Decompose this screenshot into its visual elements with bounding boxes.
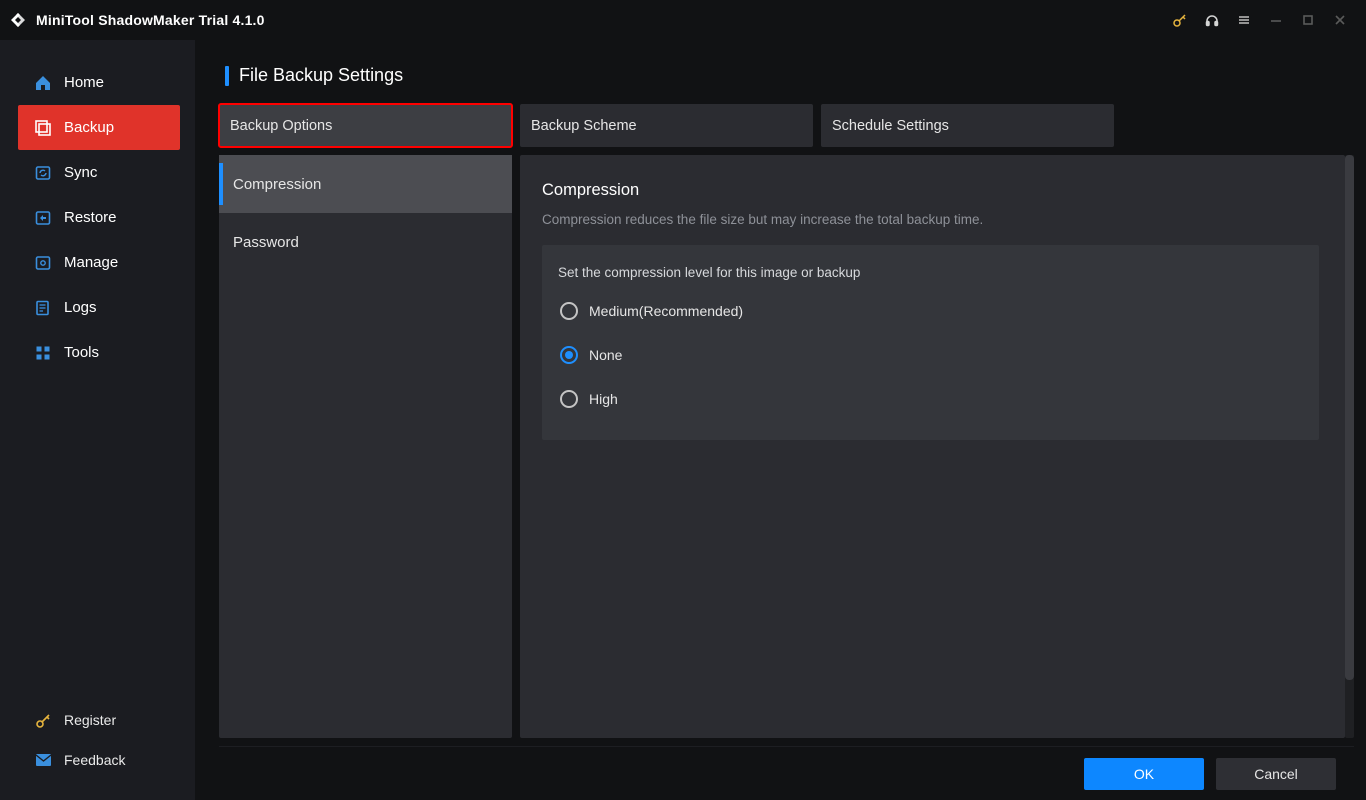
panel-heading: Compression [542,181,1319,200]
sidebar-item-label: Logs [64,299,97,316]
sidebar-item-label: Manage [64,254,118,271]
sidebar-item-sync[interactable]: Sync [18,150,190,195]
key-icon[interactable] [1164,4,1196,36]
mail-icon [33,753,53,767]
sidebar-item-manage[interactable]: Manage [18,240,190,285]
option-item-compression[interactable]: Compression [219,155,512,213]
sidebar-item-home[interactable]: Home [18,60,190,105]
sidebar-item-label: Feedback [64,752,125,768]
radio-icon [560,302,578,320]
sidebar-item-label: Tools [64,344,99,361]
sidebar-item-label: Home [64,74,104,91]
restore-icon [33,208,53,228]
radio-label: Medium(Recommended) [589,303,743,319]
sidebar-item-register[interactable]: Register [18,700,195,740]
panel-description: Compression reduces the file size but ma… [542,212,1319,227]
tab-backup-scheme[interactable]: Backup Scheme [520,104,813,147]
tab-schedule-settings[interactable]: Schedule Settings [821,104,1114,147]
scrollbar-thumb[interactable] [1345,155,1354,680]
main-area: File Backup Settings Backup Options Back… [195,40,1366,800]
manage-icon [33,253,53,273]
cancel-button[interactable]: Cancel [1216,758,1336,790]
button-label: Cancel [1254,766,1298,782]
radio-none[interactable]: None [558,346,1303,364]
tab-backup-options[interactable]: Backup Options [219,104,512,147]
sidebar-item-tools[interactable]: Tools [18,330,190,375]
option-item-label: Password [233,234,299,251]
sidebar-item-label: Backup [64,119,114,136]
minimize-icon[interactable] [1260,4,1292,36]
maximize-icon[interactable] [1292,4,1324,36]
page-title: File Backup Settings [225,65,1354,86]
scrollbar[interactable] [1345,155,1354,738]
option-box-title: Set the compression level for this image… [558,265,1303,280]
close-icon[interactable] [1324,4,1356,36]
settings-panel: Compression Compression reduces the file… [520,155,1345,738]
sidebar-item-label: Register [64,712,116,728]
menu-icon[interactable] [1228,4,1260,36]
sidebar-item-label: Restore [64,209,117,226]
sidebar-item-backup[interactable]: Backup [18,105,180,150]
ok-button[interactable]: OK [1084,758,1204,790]
key-icon [33,712,53,729]
sidebar-item-logs[interactable]: Logs [18,285,190,330]
radio-high[interactable]: High [558,390,1303,408]
accent-bar-icon [225,66,229,86]
titlebar: MiniTool ShadowMaker Trial 4.1.0 [0,0,1366,40]
headphones-icon[interactable] [1196,4,1228,36]
backup-icon [33,118,53,138]
tools-icon [33,343,53,363]
sidebar-item-label: Sync [64,164,97,181]
button-label: OK [1134,766,1154,782]
compression-box: Set the compression level for this image… [542,245,1319,440]
radio-icon [560,390,578,408]
tab-label: Backup Options [230,118,332,134]
radio-icon [560,346,578,364]
app-logo-icon [8,10,28,30]
option-list: Compression Password [219,155,512,738]
radio-label: High [589,391,618,407]
radio-label: None [589,347,622,363]
tab-label: Schedule Settings [832,118,949,134]
option-item-password[interactable]: Password [219,213,512,271]
page-title-text: File Backup Settings [239,65,403,86]
home-icon [33,73,53,93]
radio-medium[interactable]: Medium(Recommended) [558,302,1303,320]
app-title: MiniTool ShadowMaker Trial 4.1.0 [36,12,265,28]
tab-label: Backup Scheme [531,118,637,134]
sync-icon [33,163,53,183]
tabs-row: Backup Options Backup Scheme Schedule Se… [219,104,1354,147]
sidebar-item-feedback[interactable]: Feedback [18,740,195,780]
sidebar: Home Backup Sync Restore Manage [0,40,195,800]
footer: OK Cancel [219,746,1354,800]
option-item-label: Compression [233,176,321,193]
sidebar-item-restore[interactable]: Restore [18,195,190,240]
logs-icon [33,298,53,318]
